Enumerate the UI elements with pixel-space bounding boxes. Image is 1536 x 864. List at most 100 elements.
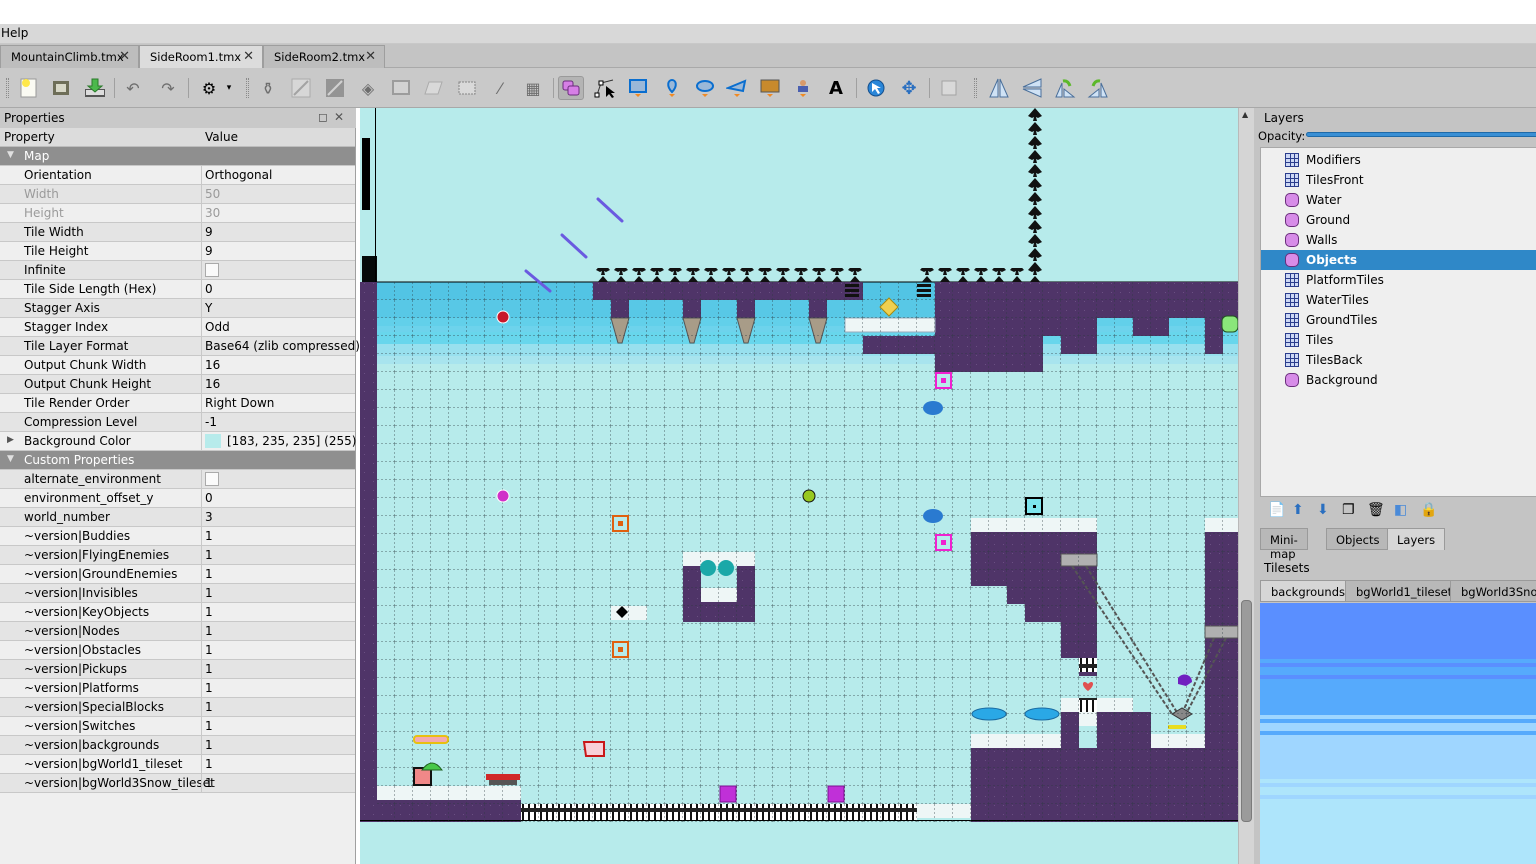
- property-row[interactable]: ~version|Buddies 1: [0, 527, 355, 546]
- pink-creature[interactable]: [582, 741, 605, 757]
- property-value[interactable]: 1: [205, 738, 213, 752]
- layer-item[interactable]: Ground: [1261, 210, 1536, 230]
- layer-item[interactable]: Background: [1261, 370, 1536, 390]
- tileset-view[interactable]: [1260, 603, 1536, 864]
- tab-objects[interactable]: Objects: [1326, 528, 1390, 550]
- property-row[interactable]: Tile Side Length (Hex) 0: [0, 280, 355, 299]
- property-value[interactable]: 1: [205, 624, 213, 638]
- property-value[interactable]: 16: [205, 358, 220, 372]
- property-row[interactable]: ~version|Switches 1: [0, 717, 355, 736]
- property-row[interactable]: alternate_environment: [0, 470, 355, 489]
- column-header-value[interactable]: Value: [205, 130, 238, 144]
- chevron-down-icon[interactable]: ▼: [7, 150, 14, 160]
- tab-tileset-bgworld3snow[interactable]: bgWorld3Snow_: [1450, 580, 1536, 602]
- property-value[interactable]: [183, 235, 235] (255): [227, 434, 356, 448]
- property-value[interactable]: 1: [205, 643, 213, 657]
- property-row[interactable]: ~version|Pickups 1: [0, 660, 355, 679]
- purple-crate[interactable]: [719, 785, 737, 803]
- duplicate-layer-icon[interactable]: ❐: [1342, 502, 1355, 518]
- property-value[interactable]: 1: [205, 548, 213, 562]
- insert-text-icon[interactable]: A: [823, 76, 849, 100]
- tab-mountainclimb[interactable]: MountainClimb.tmx ✕: [0, 45, 139, 68]
- property-row[interactable]: ~version|bgWorld1_tileset 1: [0, 755, 355, 774]
- property-row[interactable]: ~version|GroundEnemies 1: [0, 565, 355, 584]
- tab-tileset-bgworld1[interactable]: bgWorld1_tileset: [1345, 580, 1464, 602]
- green-slime[interactable]: [1221, 315, 1238, 333]
- property-row[interactable]: ▶ Background Color [183, 235, 235] (255): [0, 432, 356, 451]
- eraser-icon[interactable]: [421, 76, 447, 100]
- flip-horizontal-icon[interactable]: [986, 76, 1012, 100]
- property-row[interactable]: Stagger Axis Y: [0, 299, 355, 318]
- property-row[interactable]: Orientation Orthogonal: [0, 166, 355, 185]
- property-row[interactable]: Tile Layer Format Base64 (zlib compressed…: [0, 337, 360, 356]
- red-gem[interactable]: [496, 310, 510, 324]
- green-orb[interactable]: [802, 489, 816, 503]
- property-group[interactable]: ▼ Map: [0, 147, 355, 166]
- new-map-icon[interactable]: [16, 76, 42, 100]
- toolbar-grip[interactable]: [974, 78, 977, 98]
- property-row[interactable]: Output Chunk Height 16: [0, 375, 355, 394]
- property-value[interactable]: 9: [205, 244, 213, 258]
- close-icon[interactable]: ✕: [119, 49, 130, 64]
- layer-item[interactable]: TilesFront: [1261, 170, 1536, 190]
- property-row[interactable]: Tile Height 9: [0, 242, 355, 261]
- fish-enemy[interactable]: [923, 401, 943, 415]
- toolbar-grip[interactable]: [6, 78, 9, 98]
- property-row[interactable]: Tile Render Order Right Down: [0, 394, 355, 413]
- shape-fill-icon[interactable]: [388, 76, 414, 100]
- property-row[interactable]: ~version|FlyingEnemies 1: [0, 546, 355, 565]
- property-value[interactable]: 50: [205, 187, 220, 201]
- column-header-property[interactable]: Property: [4, 130, 55, 144]
- insert-rectangle-icon[interactable]: [625, 76, 651, 100]
- property-value[interactable]: Odd: [205, 320, 230, 334]
- magic-wand-icon[interactable]: ⁄: [487, 76, 513, 100]
- yellow-platform[interactable]: [413, 735, 449, 744]
- map-canvas[interactable]: [360, 108, 1238, 864]
- property-row[interactable]: Compression Level -1: [0, 413, 355, 432]
- ice-fish[interactable]: [1024, 707, 1060, 721]
- flip-vertical-icon[interactable]: [1019, 76, 1045, 100]
- undo-icon[interactable]: ↶: [120, 76, 146, 100]
- property-group[interactable]: ▼ Custom Properties: [0, 451, 355, 470]
- insert-tile-icon[interactable]: [757, 76, 783, 100]
- fish-enemy[interactable]: [923, 509, 943, 523]
- property-row[interactable]: ~version|KeyObjects 1: [0, 603, 355, 622]
- opacity-slider[interactable]: [1306, 132, 1536, 137]
- rect-select-icon[interactable]: [454, 76, 480, 100]
- raise-layer-icon[interactable]: ⬆: [1292, 502, 1304, 518]
- property-row[interactable]: ~version|Nodes 1: [0, 622, 355, 641]
- lower-layer-icon[interactable]: ⬇: [1317, 502, 1329, 518]
- property-value[interactable]: 1: [205, 529, 213, 543]
- purple-crate[interactable]: [827, 785, 845, 803]
- property-value[interactable]: Orthogonal: [205, 168, 272, 182]
- red-spring[interactable]: [486, 774, 520, 780]
- edit-polygons-icon[interactable]: [592, 76, 618, 100]
- tile-map[interactable]: [360, 108, 1238, 864]
- teal-buddy[interactable]: [700, 560, 716, 576]
- layer-item[interactable]: Water: [1261, 190, 1536, 210]
- property-value[interactable]: 0: [205, 282, 213, 296]
- property-value[interactable]: 30: [205, 206, 220, 220]
- layer-item[interactable]: TilesBack: [1261, 350, 1536, 370]
- insert-polygon-icon[interactable]: [724, 76, 750, 100]
- property-value[interactable]: -1: [205, 415, 217, 429]
- stamp-brush-icon[interactable]: ⚱: [255, 76, 281, 100]
- insert-ellipse-icon[interactable]: [692, 76, 718, 100]
- delete-layer-icon[interactable]: 🗑: [1367, 502, 1385, 518]
- random-mode-icon[interactable]: [936, 76, 962, 100]
- insert-template-icon[interactable]: [790, 76, 816, 100]
- property-row[interactable]: ~version|Invisibles 1: [0, 584, 355, 603]
- property-value[interactable]: 0: [205, 491, 213, 505]
- property-row[interactable]: Height 30: [0, 204, 355, 223]
- move-icon[interactable]: ✥: [896, 76, 922, 100]
- property-row[interactable]: ~version|backgrounds 1: [0, 736, 355, 755]
- save-icon[interactable]: [82, 76, 108, 100]
- scroll-thumb[interactable]: [1241, 600, 1252, 822]
- select-same-tile-icon[interactable]: ▦: [520, 76, 546, 100]
- property-row[interactable]: world_number 3: [0, 508, 355, 527]
- property-value[interactable]: 1: [205, 586, 213, 600]
- property-checkbox[interactable]: [205, 472, 219, 486]
- property-row[interactable]: Width 50: [0, 185, 355, 204]
- tab-sideroom2[interactable]: SideRoom2.tmx ✕: [263, 45, 385, 68]
- property-value[interactable]: 9: [205, 225, 213, 239]
